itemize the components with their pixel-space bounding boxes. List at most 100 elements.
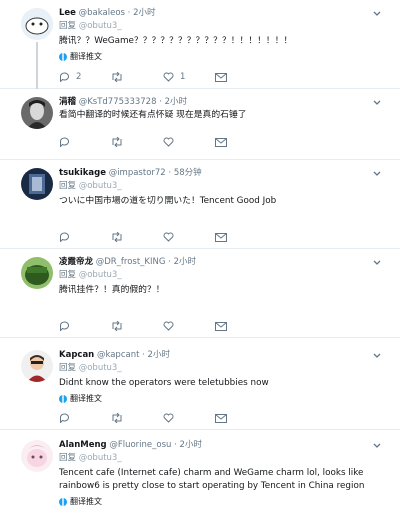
like-button[interactable] — [163, 321, 215, 331]
reply-icon — [59, 232, 69, 242]
chevron-down-icon[interactable] — [372, 351, 382, 361]
reply-icon — [59, 137, 69, 147]
mention-link[interactable]: @obutu3_ — [79, 270, 122, 280]
heart-icon — [163, 72, 174, 82]
retweet-icon — [112, 321, 122, 331]
author-name[interactable]: tsukikage — [59, 168, 106, 178]
tweet[interactable]: tsukikage @impastor72 · 58分钟 回复 @obutu3_… — [0, 160, 400, 249]
mention-link[interactable]: @obutu3_ — [79, 453, 122, 463]
tweet[interactable]: AlanMeng @Fluorine_osu · 2小时 回复 @obutu3_… — [0, 430, 400, 531]
heart-icon — [163, 413, 174, 423]
retweet-button[interactable] — [111, 321, 163, 331]
reply-count: 2 — [76, 72, 82, 82]
tweet-header: Kapcan @kapcant · 2小时 — [59, 349, 392, 361]
mention-link[interactable]: @obutu3_ — [79, 21, 122, 31]
message-button[interactable] — [215, 321, 267, 331]
mention-link[interactable]: @obutu3_ — [79, 363, 122, 373]
message-button[interactable] — [215, 137, 267, 147]
reply-button[interactable] — [59, 413, 111, 423]
reply-button[interactable]: 2 — [59, 72, 111, 82]
translate-link[interactable]: 翻译推文 — [59, 51, 392, 62]
mention-link[interactable]: @obutu3_ — [79, 181, 122, 191]
chevron-down-icon[interactable] — [372, 98, 382, 108]
like-button[interactable]: 1 — [163, 72, 215, 82]
tweet-header: 涓稽 @KsTd775333728 · 2小时 — [59, 96, 392, 108]
mail-icon — [215, 321, 227, 331]
avatar[interactable] — [21, 168, 53, 200]
tweet[interactable]: Kapcan @kapcant · 2小时 回复 @obutu3_ Didnt … — [0, 338, 400, 430]
author-handle[interactable]: @Fluorine_osu — [109, 440, 171, 450]
chevron-down-icon[interactable] — [372, 258, 382, 268]
chevron-down-icon[interactable] — [372, 9, 382, 19]
separator-dot: · — [142, 350, 145, 360]
reply-context: 回复 @obutu3_ — [59, 362, 392, 374]
separator-dot: · — [168, 257, 171, 267]
chevron-down-icon[interactable] — [372, 441, 382, 451]
reply-context: 回复 @obutu3_ — [59, 452, 392, 464]
tweet-header: AlanMeng @Fluorine_osu · 2小时 — [59, 439, 392, 451]
author-handle[interactable]: @impastor72 — [109, 168, 166, 178]
author-handle[interactable]: @DR_frost_KING — [96, 257, 166, 267]
separator-dot: · — [174, 440, 177, 450]
tweet[interactable]: 涓稽 @KsTd775333728 · 2小时 看简中翻译的时候还有点怀疑 现在… — [0, 89, 400, 160]
message-button[interactable] — [215, 72, 267, 82]
like-button[interactable] — [163, 137, 215, 147]
reply-button[interactable] — [59, 137, 111, 147]
avatar[interactable] — [21, 350, 53, 382]
thread-line — [36, 42, 38, 89]
reply-icon — [59, 72, 69, 82]
like-button[interactable] — [163, 232, 215, 242]
tweet-header: Lee @bakaleos · 2小时 — [59, 7, 392, 19]
chevron-down-icon[interactable] — [372, 169, 382, 179]
author-handle[interactable]: @bakaleos — [79, 8, 125, 18]
tweet-header: 凌霞帝龙 @DR_frost_KING · 2小时 — [59, 256, 392, 268]
translate-link[interactable]: 翻译推文 — [59, 393, 392, 404]
tweet-time[interactable]: 2小时 — [174, 257, 196, 267]
reply-context: 回复 @obutu3_ — [59, 20, 392, 32]
globe-icon — [59, 497, 67, 506]
translate-link[interactable]: 翻译推文 — [59, 496, 392, 507]
like-button[interactable] — [163, 413, 215, 423]
retweet-button[interactable] — [111, 137, 163, 147]
reply-prefix: 回复 — [59, 453, 77, 463]
tweet-time[interactable]: 2小时 — [148, 350, 170, 360]
retweet-button[interactable] — [111, 413, 163, 423]
tweet[interactable]: 凌霞帝龙 @DR_frost_KING · 2小时 回复 @obutu3_ 腾讯… — [0, 249, 400, 338]
avatar[interactable] — [21, 257, 53, 289]
reply-button[interactable] — [59, 321, 111, 331]
author-name[interactable]: 凌霞帝龙 — [59, 257, 93, 267]
separator-dot: · — [168, 168, 172, 178]
tweet-time[interactable]: 2小时 — [133, 8, 155, 18]
reply-button[interactable] — [59, 232, 111, 242]
reply-context: 回复 @obutu3_ — [59, 180, 392, 192]
author-handle[interactable]: @KsTd775333728 — [79, 97, 157, 107]
translate-label: 翻译推文 — [70, 52, 102, 61]
heart-icon — [163, 321, 174, 331]
retweet-icon — [112, 137, 122, 147]
avatar[interactable] — [21, 97, 53, 129]
message-button[interactable] — [215, 413, 267, 423]
tweet-text: Didnt know the operators were teletubbie… — [59, 378, 269, 388]
author-handle[interactable]: @kapcant — [97, 350, 139, 360]
heart-icon — [163, 137, 174, 147]
author-name[interactable]: 涓稽 — [59, 97, 76, 107]
author-name[interactable]: AlanMeng — [59, 440, 107, 450]
retweet-button[interactable] — [111, 72, 163, 82]
reply-icon — [59, 321, 69, 331]
like-count: 1 — [180, 72, 186, 82]
tweet-time[interactable]: 2小时 — [180, 440, 202, 450]
tweet-actions — [59, 137, 267, 147]
tweet-text: 腾讯？？WeGame？？？？？？？？？？？！！！！！！！ — [59, 36, 293, 46]
avatar[interactable] — [21, 440, 53, 472]
retweet-button[interactable] — [111, 232, 163, 242]
author-name[interactable]: Lee — [59, 8, 76, 18]
tweet-time[interactable]: 58分钟 — [174, 168, 202, 178]
mail-icon — [215, 232, 227, 242]
author-name[interactable]: Kapcan — [59, 350, 94, 360]
tweet[interactable]: Lee @bakaleos · 2小时 回复 @obutu3_ 腾讯？？WeGa… — [0, 0, 400, 89]
avatar[interactable] — [21, 8, 53, 40]
tweet-text: ついに中国市場の道を切り開いた！Tencent Good Job — [59, 196, 277, 206]
retweet-icon — [112, 232, 122, 242]
tweet-time[interactable]: 2小时 — [165, 97, 187, 107]
message-button[interactable] — [215, 232, 267, 242]
